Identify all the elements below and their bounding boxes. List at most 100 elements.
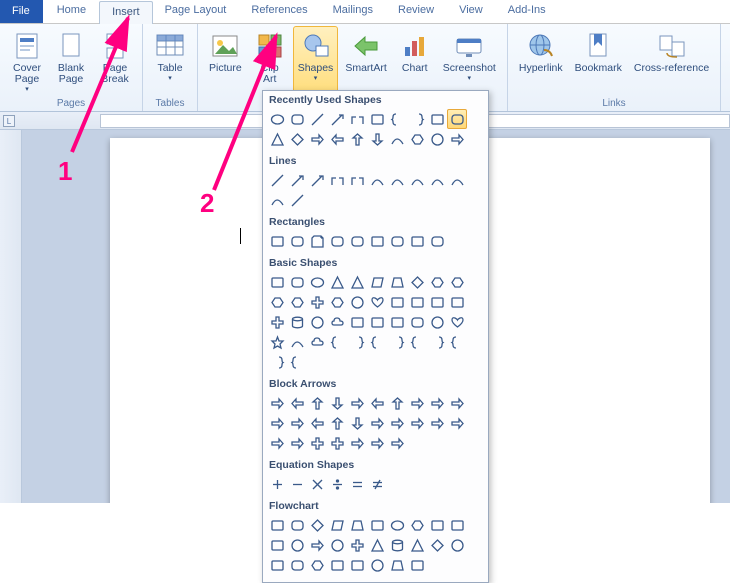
shape-item[interactable]: [287, 292, 307, 312]
shape-item[interactable]: [347, 535, 367, 555]
smartart-button[interactable]: SmartArt: [340, 26, 391, 97]
shape-item[interactable]: [387, 535, 407, 555]
tab-references[interactable]: References: [239, 0, 320, 23]
shape-item[interactable]: [347, 393, 367, 413]
shape-item[interactable]: [307, 292, 327, 312]
shape-item[interactable]: [367, 272, 387, 292]
shape-item[interactable]: [347, 413, 367, 433]
shape-item[interactable]: [407, 109, 427, 129]
shape-item[interactable]: [387, 393, 407, 413]
shape-item[interactable]: [327, 474, 347, 494]
shape-item[interactable]: [407, 555, 427, 575]
shape-item[interactable]: [367, 129, 387, 149]
shape-item[interactable]: [407, 413, 427, 433]
shape-item[interactable]: [267, 352, 287, 372]
shape-item[interactable]: [367, 555, 387, 575]
shape-item[interactable]: [347, 231, 367, 251]
shape-item[interactable]: [267, 332, 287, 352]
shape-item[interactable]: [327, 129, 347, 149]
shape-item[interactable]: [367, 535, 387, 555]
shape-item[interactable]: [327, 272, 347, 292]
shape-item[interactable]: [347, 170, 367, 190]
shape-item[interactable]: [387, 555, 407, 575]
shape-item[interactable]: [307, 231, 327, 251]
shape-item[interactable]: [427, 312, 447, 332]
shape-item[interactable]: [367, 170, 387, 190]
shape-item[interactable]: [307, 109, 327, 129]
shape-item[interactable]: [427, 170, 447, 190]
tab-addins[interactable]: Add-Ins: [496, 0, 559, 23]
shape-item[interactable]: [367, 231, 387, 251]
bookmark-button[interactable]: Bookmark: [570, 26, 627, 97]
shape-item[interactable]: [307, 555, 327, 575]
shape-item[interactable]: [367, 433, 387, 453]
shape-item[interactable]: [447, 109, 467, 129]
tab-page-layout[interactable]: Page Layout: [153, 0, 240, 23]
shape-item[interactable]: [367, 312, 387, 332]
shape-item[interactable]: [367, 474, 387, 494]
shape-item[interactable]: [327, 393, 347, 413]
tab-mailings[interactable]: Mailings: [321, 0, 386, 23]
shape-item[interactable]: [327, 433, 347, 453]
shape-item[interactable]: [407, 393, 427, 413]
screenshot-button[interactable]: Screenshot▾: [438, 26, 501, 97]
chart-button[interactable]: Chart: [394, 26, 436, 97]
shape-item[interactable]: [407, 515, 427, 535]
shape-item[interactable]: [307, 515, 327, 535]
cross-reference-button[interactable]: Cross-reference: [629, 26, 714, 97]
hyperlink-button[interactable]: Hyperlink: [514, 26, 568, 97]
shape-item[interactable]: [367, 413, 387, 433]
shape-item[interactable]: [347, 292, 367, 312]
shape-item[interactable]: [327, 332, 347, 352]
shape-item[interactable]: [427, 292, 447, 312]
shape-item[interactable]: [347, 433, 367, 453]
shape-item[interactable]: [447, 535, 467, 555]
shape-item[interactable]: [407, 332, 427, 352]
shape-item[interactable]: [327, 231, 347, 251]
shape-item[interactable]: [347, 129, 367, 149]
shape-item[interactable]: [447, 332, 467, 352]
shape-item[interactable]: [387, 312, 407, 332]
shape-item[interactable]: [287, 231, 307, 251]
shape-item[interactable]: [287, 515, 307, 535]
shape-item[interactable]: [267, 433, 287, 453]
shape-item[interactable]: [327, 312, 347, 332]
shape-item[interactable]: [447, 170, 467, 190]
shape-item[interactable]: [407, 272, 427, 292]
shape-item[interactable]: [347, 109, 367, 129]
shape-item[interactable]: [267, 231, 287, 251]
shape-item[interactable]: [287, 332, 307, 352]
shape-item[interactable]: [327, 413, 347, 433]
shape-item[interactable]: [387, 292, 407, 312]
shape-item[interactable]: [287, 413, 307, 433]
shape-item[interactable]: [407, 292, 427, 312]
shape-item[interactable]: [427, 272, 447, 292]
table-button[interactable]: Table▾: [149, 26, 191, 97]
shape-item[interactable]: [447, 393, 467, 413]
shape-item[interactable]: [427, 332, 447, 352]
tab-view[interactable]: View: [447, 0, 496, 23]
shape-item[interactable]: [287, 433, 307, 453]
shape-item[interactable]: [287, 312, 307, 332]
shape-item[interactable]: [447, 129, 467, 149]
shape-item[interactable]: [427, 515, 447, 535]
shape-item[interactable]: [367, 393, 387, 413]
shape-item[interactable]: [267, 474, 287, 494]
shape-item[interactable]: [287, 393, 307, 413]
shape-item[interactable]: [267, 312, 287, 332]
shape-item[interactable]: [447, 312, 467, 332]
shape-item[interactable]: [307, 535, 327, 555]
shape-item[interactable]: [447, 292, 467, 312]
shape-item[interactable]: [387, 129, 407, 149]
shape-item[interactable]: [267, 292, 287, 312]
shape-item[interactable]: [307, 129, 327, 149]
shape-item[interactable]: [387, 272, 407, 292]
shape-item[interactable]: [287, 272, 307, 292]
shape-item[interactable]: [347, 332, 367, 352]
shape-item[interactable]: [347, 312, 367, 332]
shape-item[interactable]: [367, 292, 387, 312]
shape-item[interactable]: [407, 312, 427, 332]
shape-item[interactable]: [307, 393, 327, 413]
shape-item[interactable]: [407, 170, 427, 190]
shape-item[interactable]: [427, 413, 447, 433]
